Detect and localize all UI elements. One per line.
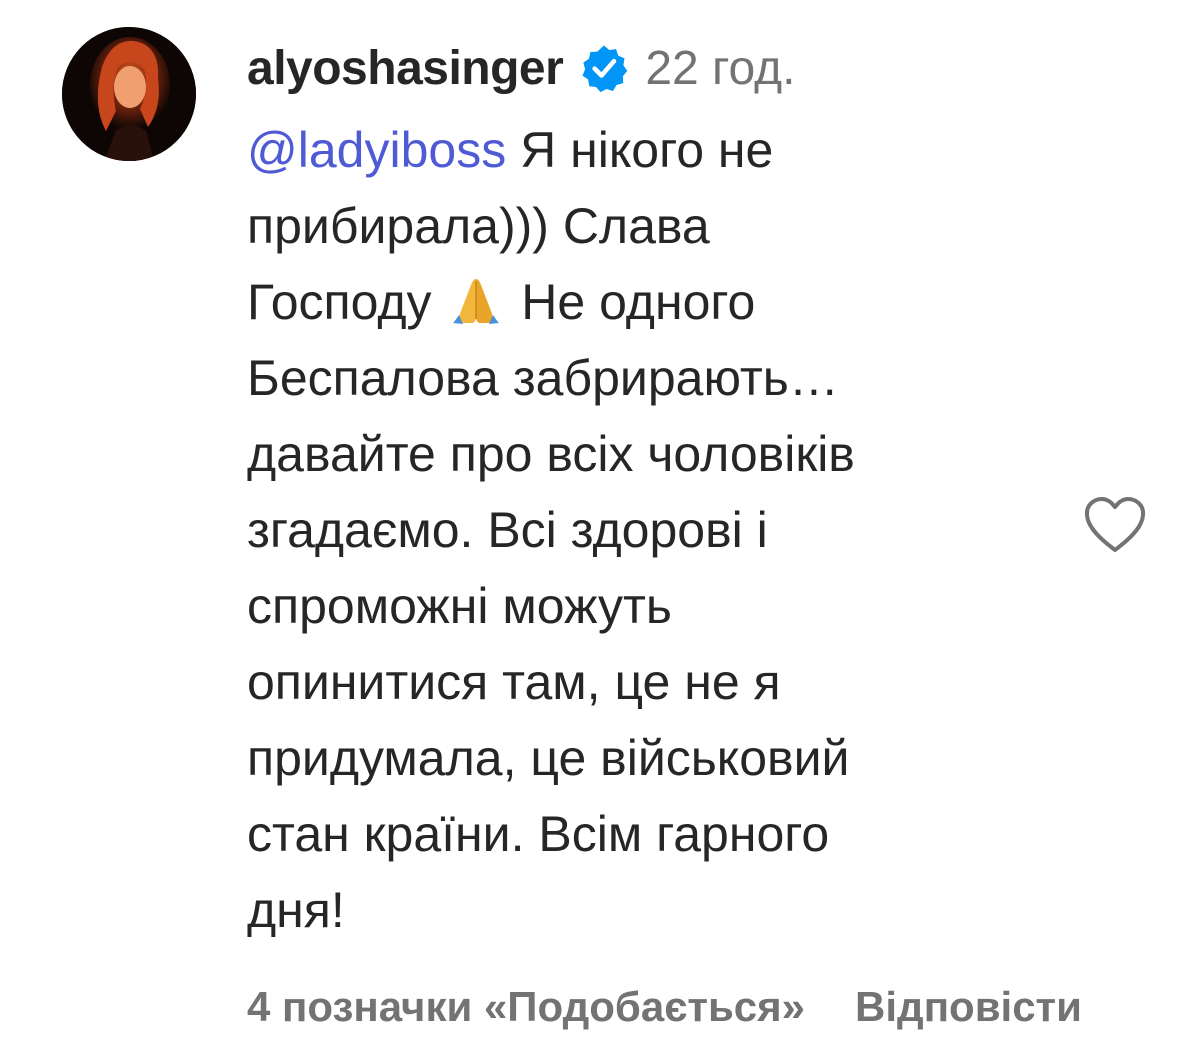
comment-line: стан країни. Всім гарного <box>247 806 830 862</box>
comment-header: alyoshasinger 22 год. <box>247 36 795 100</box>
comment-line: згадаємо. Всі здорові і <box>247 502 768 558</box>
comment-item: alyoshasinger 22 год. @ladyiboss Я ніког… <box>0 0 1200 1049</box>
comment-line: дня! <box>247 882 345 938</box>
verified-badge-icon <box>579 43 629 93</box>
comment-text: @ladyiboss Я нікого не прибирала))) Слав… <box>247 112 1047 948</box>
username-link[interactable]: alyoshasinger <box>247 41 564 96</box>
comment-timestamp[interactable]: 22 год. <box>645 41 795 96</box>
comment-line: спроможні можуть <box>247 578 672 634</box>
reply-button[interactable]: Відповісти <box>855 983 1082 1031</box>
likes-count-button[interactable]: 4 позначки «Подобається» <box>247 983 805 1031</box>
heart-outline-icon[interactable] <box>1082 495 1148 555</box>
comment-line: @ladyiboss Я нікого не <box>247 122 774 178</box>
comment-line: давайте про всіх чоловіків <box>247 426 855 482</box>
comment-line: Господу Не одного <box>247 274 756 330</box>
mention-link[interactable]: @ladyiboss <box>247 122 506 178</box>
comment-footer: 4 позначки «Подобається» Відповісти <box>247 978 1200 1036</box>
comment-line: прибирала))) Слава <box>247 198 710 254</box>
comment-line: придумала, це військовий <box>247 730 850 786</box>
user-avatar-photo <box>62 27 196 161</box>
folded-hands-emoji-icon <box>449 275 503 325</box>
user-avatar[interactable] <box>62 27 196 161</box>
comment-line: опинитися там, це не я <box>247 654 781 710</box>
comment-line: Беспалова забрирають… <box>247 350 839 406</box>
